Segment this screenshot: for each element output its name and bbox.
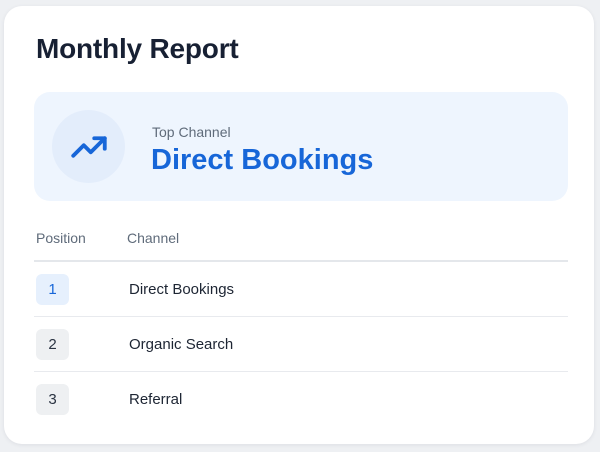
table-row: 2 Organic Search [34,317,568,372]
column-header-channel: Channel [127,230,180,246]
top-channel-highlight: Top Channel Direct Bookings [34,92,568,201]
column-header-position: Position [36,230,86,246]
top-channel-label: Top Channel [152,124,231,140]
position-badge: 3 [36,384,69,415]
position-badge: 1 [36,274,69,305]
report-card: Monthly Report Top Channel Direct Bookin… [4,6,594,444]
channel-name: Referral [129,391,183,408]
top-channel-value: Direct Bookings [151,144,374,176]
channel-table: Position Channel 1 Direct Bookings 2 Org… [34,224,568,426]
position-badge: 2 [36,329,69,360]
table-header: Position Channel [34,224,568,262]
page-title: Monthly Report [36,33,239,64]
trending-up-icon [52,110,125,183]
channel-name: Direct Bookings [129,281,235,298]
table-row: 3 Referral [34,372,568,426]
channel-name: Organic Search [129,336,234,353]
table-row: 1 Direct Bookings [34,262,568,317]
